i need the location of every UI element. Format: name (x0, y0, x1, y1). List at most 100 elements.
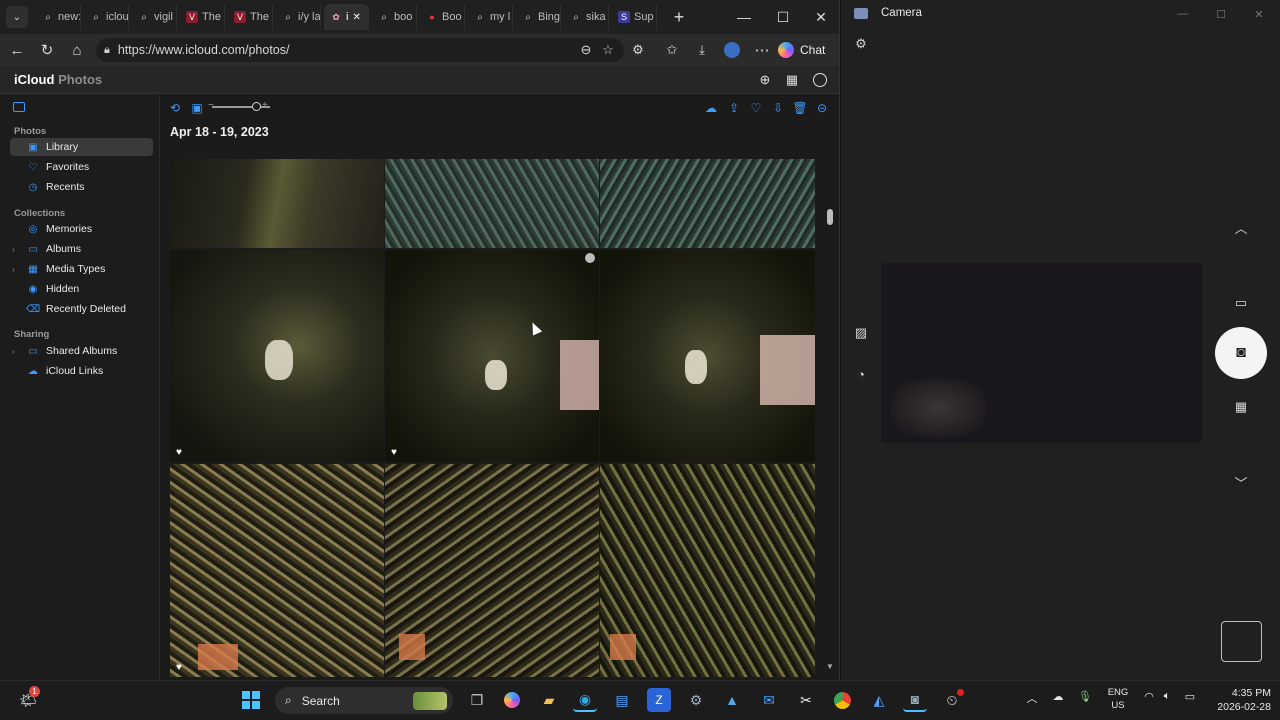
sidebar-item-recently-deleted[interactable]: ⌫ Recently Deleted (10, 300, 153, 318)
browser-tab[interactable]: ⌕ iclou (84, 4, 129, 30)
scrollbar-thumb[interactable] (827, 209, 833, 225)
favorites-bar-icon[interactable]: ✩ (660, 38, 684, 62)
tab-actions-chevron-icon[interactable]: ⌄ (6, 6, 28, 28)
more-options-icon[interactable]: ⋯ (750, 38, 774, 62)
account-icon[interactable] (811, 71, 829, 89)
app-z-icon[interactable]: Z (647, 688, 671, 712)
copilot-taskbar-icon[interactable] (500, 688, 524, 712)
system-clock[interactable]: 4:35 PM 2026-02-28 (1205, 686, 1271, 714)
home-icon[interactable]: ⌂ (65, 38, 89, 62)
settings-taskbar-icon[interactable]: ⚙ (684, 688, 708, 712)
browser-tab[interactable]: ⌕ i/y la (276, 4, 321, 30)
sidebar-toggle-icon[interactable] (13, 102, 25, 112)
photo-tile[interactable]: ♥ (170, 464, 384, 677)
microphone-icon[interactable]: 🎙︎ (1077, 690, 1093, 703)
show-hidden-icons-chevron-icon[interactable]: ︿ (1024, 690, 1040, 706)
expand-chevron-icon[interactable]: › (12, 265, 15, 274)
favorite-heart-icon[interactable]: ♥ (176, 447, 182, 458)
photo-tile[interactable] (600, 464, 815, 677)
app-grid-icon[interactable]: ▦ (783, 71, 801, 89)
add-icon[interactable]: ⊕ (756, 71, 774, 89)
expand-chevron-icon[interactable]: › (12, 245, 15, 254)
wifi-icon[interactable]: ◠ (1141, 690, 1157, 703)
onedrive-icon[interactable]: ☁ (1050, 690, 1066, 703)
video-mode-icon[interactable]: ▭ (1230, 292, 1252, 314)
photo-tile[interactable]: ♥ (385, 250, 599, 462)
app-blue-icon[interactable]: ◭ (867, 688, 891, 712)
timer-off-icon[interactable]: ◔ (850, 363, 872, 385)
minimize-button[interactable]: — (726, 4, 762, 30)
downloads-icon[interactable]: ⤓ (690, 38, 714, 62)
view-toggle-icon[interactable]: ▣ (188, 99, 206, 117)
qr-code-icon[interactable]: ▦ (1230, 396, 1252, 418)
zoom-plus-icon[interactable]: + (262, 100, 268, 111)
hdr-off-icon[interactable]: ▨ (850, 322, 872, 344)
zoom-slider-knob[interactable] (252, 102, 261, 111)
favorite-heart-icon[interactable]: ♡ (747, 99, 765, 117)
more-ellipsis-icon[interactable]: ⊝ (813, 99, 831, 117)
photo-tile[interactable] (600, 159, 815, 248)
taskbar-search-box[interactable]: ⌕ Search (275, 687, 453, 714)
sidebar-item-favorites[interactable]: ♡ Favorites (10, 158, 153, 176)
chevron-down-icon[interactable]: ﹀ (1230, 471, 1252, 493)
sidebar-item-hidden[interactable]: ◉ Hidden (10, 280, 153, 298)
mail-icon[interactable]: ✉ (757, 688, 781, 712)
photo-tile[interactable] (385, 464, 599, 677)
sidebar-item-recents[interactable]: ◷ Recents (10, 178, 153, 196)
sidebar-item-memories[interactable]: ◎ Memories (10, 220, 153, 238)
start-windows-icon[interactable] (239, 688, 263, 712)
profile-globe-icon[interactable] (720, 38, 744, 62)
chevron-up-icon[interactable]: ︿ (1230, 216, 1252, 238)
zoom-out-icon[interactable]: ⊖ (574, 38, 598, 62)
task-view-icon[interactable]: ❐ (465, 688, 489, 712)
photo-tile[interactable]: ♥ (170, 250, 384, 462)
browser-tab[interactable]: ⌕ boo (372, 4, 417, 30)
photo-tile[interactable] (385, 159, 599, 248)
camera-close-button[interactable]: ✕ (1244, 4, 1274, 24)
browser-tab[interactable]: ⌕ my l (468, 4, 513, 30)
settings-gear-icon[interactable]: ⚙ (850, 33, 872, 55)
share-icon[interactable]: ⇪ (725, 99, 743, 117)
sidebar-item-icloud-links[interactable]: ☁ iCloud Links (10, 362, 153, 380)
browser-tab[interactable]: ⌕ Bing (516, 4, 561, 30)
photo-tile[interactable] (600, 250, 815, 462)
delete-trash-icon[interactable]: 🗑︎ (791, 99, 809, 117)
photo-tile[interactable] (170, 159, 384, 248)
close-tab-icon[interactable]: ✕ (352, 12, 360, 23)
back-arrow-icon[interactable]: ← (5, 38, 29, 62)
language-indicator[interactable]: ENG US (1104, 686, 1132, 712)
sidebar-item-media-types[interactable]: › ▦ Media Types (10, 260, 153, 278)
close-window-button[interactable]: ✕ (803, 4, 839, 30)
capcut-icon[interactable]: ✂ (794, 688, 818, 712)
browser-tab[interactable]: V The (180, 4, 225, 30)
icloud-brand[interactable]: iCloud Photos (14, 72, 102, 87)
take-photo-button[interactable]: ◙ (1215, 327, 1267, 379)
download-icon[interactable]: ⇩ (769, 99, 787, 117)
new-tab-plus-icon[interactable]: + (668, 6, 690, 28)
browser-tab[interactable]: ● Boo (420, 4, 465, 30)
last-capture-thumbnail[interactable] (1221, 621, 1262, 662)
browser-tab[interactable]: ⌕ vigil (132, 4, 177, 30)
expand-chevron-icon[interactable]: › (12, 347, 15, 356)
maximize-button[interactable]: ☐ (765, 4, 801, 30)
photos-app-icon[interactable]: ▲ (720, 688, 744, 712)
refresh-icon[interactable]: ↻ (35, 38, 59, 62)
browser-tab[interactable]: ✿ i ✕ (324, 4, 369, 30)
upload-icon[interactable]: ☁ (702, 99, 720, 117)
extensions-icon[interactable]: ⚙ (626, 38, 650, 62)
browser-tab[interactable]: S Sup (612, 4, 657, 30)
sync-icon[interactable]: ⟲ (166, 99, 184, 117)
battery-icon[interactable]: ▭ (1180, 690, 1200, 703)
browser-tab[interactable]: ⌕ new: (36, 4, 81, 30)
edge-browser-icon[interactable]: ◉ (573, 688, 597, 712)
microsoft-store-icon[interactable]: ▤ (610, 688, 634, 712)
scroll-down-arrow-icon[interactable]: ▼ (826, 662, 834, 671)
camera-minimize-button[interactable]: — (1168, 4, 1198, 24)
favorite-heart-icon[interactable]: ♥ (176, 662, 182, 673)
favorite-star-icon[interactable]: ☆ (596, 38, 620, 62)
sidebar-item-shared-albums[interactable]: › ▭ Shared Albums (10, 342, 153, 360)
browser-tab[interactable]: ⌕ sika (564, 4, 609, 30)
select-circle-icon[interactable] (585, 253, 595, 263)
file-explorer-icon[interactable]: ▰ (537, 688, 561, 712)
scrollbar-track[interactable] (826, 160, 834, 675)
